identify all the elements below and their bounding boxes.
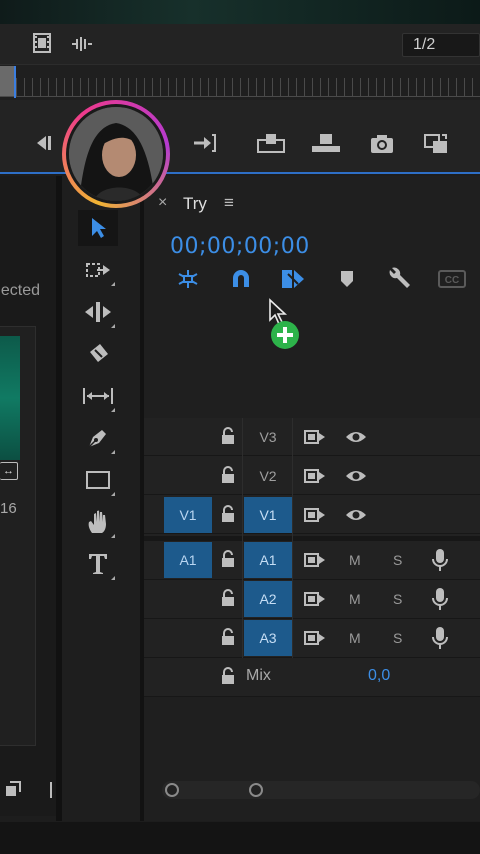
avatar-ring [66, 104, 166, 204]
ripple-edit-icon [83, 301, 113, 323]
track-row-mix [144, 659, 480, 697]
audio-waveform-icon[interactable] [70, 36, 94, 52]
add-marker-icon[interactable] [340, 270, 354, 288]
eye-icon[interactable] [345, 508, 367, 522]
sync-lock-icon[interactable] [304, 552, 326, 568]
selection-tool[interactable] [78, 210, 118, 246]
snap-magnet-icon[interactable] [230, 269, 252, 289]
sync-lock-icon[interactable] [304, 429, 326, 445]
rectangle-tool[interactable] [78, 462, 118, 498]
type-tool[interactable] [78, 546, 118, 582]
eye-icon[interactable] [345, 469, 367, 483]
ripple-edit-tool[interactable] [78, 294, 118, 330]
track-name-a2[interactable]: A2 [244, 581, 292, 617]
razor-blade-icon [86, 342, 110, 366]
mute-button-a2[interactable]: M [349, 591, 361, 607]
solo-button-a1[interactable]: S [393, 552, 402, 568]
microphone-icon[interactable] [432, 548, 448, 572]
track-lock-icon[interactable] [221, 628, 235, 646]
microphone-icon[interactable] [432, 587, 448, 611]
mix-volume-value[interactable]: 0,0 [368, 667, 390, 685]
selection-arrow-icon [89, 216, 107, 240]
hand-icon [87, 509, 109, 535]
track-name-v1[interactable]: V1 [244, 497, 292, 533]
clip-thumbnail[interactable] [0, 336, 20, 460]
bottom-status-bar [0, 822, 480, 854]
comparison-view-icon[interactable] [422, 132, 450, 156]
track-select-forward-icon [85, 260, 111, 280]
track-name-v2[interactable]: V2 [244, 458, 292, 494]
source-patch-v1[interactable]: V1 [164, 497, 212, 533]
track-lock-icon[interactable] [221, 667, 235, 685]
sync-lock-icon[interactable] [304, 507, 326, 523]
source-patch-a1[interactable]: A1 [164, 542, 212, 578]
playhead-line[interactable] [14, 66, 16, 98]
nest-sequence-icon[interactable] [176, 268, 200, 290]
zoom-level-select[interactable]: 1/2 [402, 33, 480, 57]
panel-edge-mark [50, 782, 52, 798]
svg-text:CC: CC [445, 275, 459, 286]
panel-menu-icon[interactable]: ≡ [224, 193, 234, 213]
track-lock-icon[interactable] [221, 505, 235, 523]
slip-icon [82, 386, 114, 406]
track-name-a1[interactable]: A1 [244, 542, 292, 578]
sequence-tab-title[interactable]: Try [183, 194, 207, 214]
mix-track-label: Mix [246, 667, 271, 684]
pen-nib-icon [86, 426, 110, 450]
add-plus-badge-icon [270, 320, 300, 350]
insert-icon[interactable] [256, 132, 288, 154]
go-to-out-point-icon[interactable] [192, 132, 218, 154]
overwrite-icon[interactable] [310, 132, 342, 154]
sync-lock-icon[interactable] [304, 468, 326, 484]
mute-button-a3[interactable]: M [349, 630, 361, 646]
razor-tool[interactable] [78, 336, 118, 372]
slip-tool[interactable] [78, 378, 118, 414]
track-lock-icon[interactable] [221, 589, 235, 607]
solo-button-a2[interactable]: S [393, 591, 402, 607]
selection-status-text: ected [0, 282, 40, 299]
track-name-a3[interactable]: A3 [244, 620, 292, 656]
ruler-baseline [0, 96, 480, 97]
captions-cc-icon[interactable]: CC [438, 270, 466, 288]
sync-lock-icon[interactable] [304, 591, 326, 607]
sync-lock-icon[interactable] [304, 630, 326, 646]
track-select-tool[interactable] [78, 252, 118, 288]
close-tab-icon[interactable]: × [158, 194, 167, 212]
clip-duration-badge: ↔ [0, 462, 18, 480]
pen-tool[interactable] [78, 420, 118, 456]
new-item-icon[interactable] [4, 780, 22, 798]
hand-tool[interactable] [78, 504, 118, 540]
avatar-photo [69, 107, 163, 201]
track-lock-icon[interactable] [221, 550, 235, 568]
playhead-timecode[interactable]: 00;00;00;00 [170, 234, 310, 259]
eye-icon[interactable] [345, 430, 367, 444]
solo-button-a3[interactable]: S [393, 630, 402, 646]
top-strip [0, 0, 480, 24]
step-back-icon[interactable] [34, 134, 54, 152]
ruler-ticks [0, 78, 480, 96]
video-audio-separator [144, 536, 480, 541]
rectangle-icon [86, 470, 110, 490]
track-lock-icon[interactable] [221, 466, 235, 484]
export-frame-camera-icon[interactable] [370, 134, 394, 154]
mute-button-a1[interactable]: M [349, 552, 361, 568]
webcam-avatar [62, 100, 170, 208]
linked-selection-icon[interactable] [280, 268, 306, 290]
track-column-divider [242, 418, 243, 658]
track-lock-icon[interactable] [221, 427, 235, 445]
scrollbar-left-handle[interactable] [165, 783, 179, 797]
scrollbar-right-handle[interactable] [249, 783, 263, 797]
timeline-zoom-scrollbar[interactable] [162, 781, 480, 799]
type-t-icon [87, 552, 109, 576]
track-column-divider [292, 418, 293, 658]
microphone-icon[interactable] [432, 626, 448, 650]
film-icon[interactable] [32, 32, 52, 54]
timeline-settings-wrench-icon[interactable] [386, 267, 412, 291]
track-name-v3[interactable]: V3 [244, 419, 292, 455]
clip-number: 16 [0, 500, 17, 517]
